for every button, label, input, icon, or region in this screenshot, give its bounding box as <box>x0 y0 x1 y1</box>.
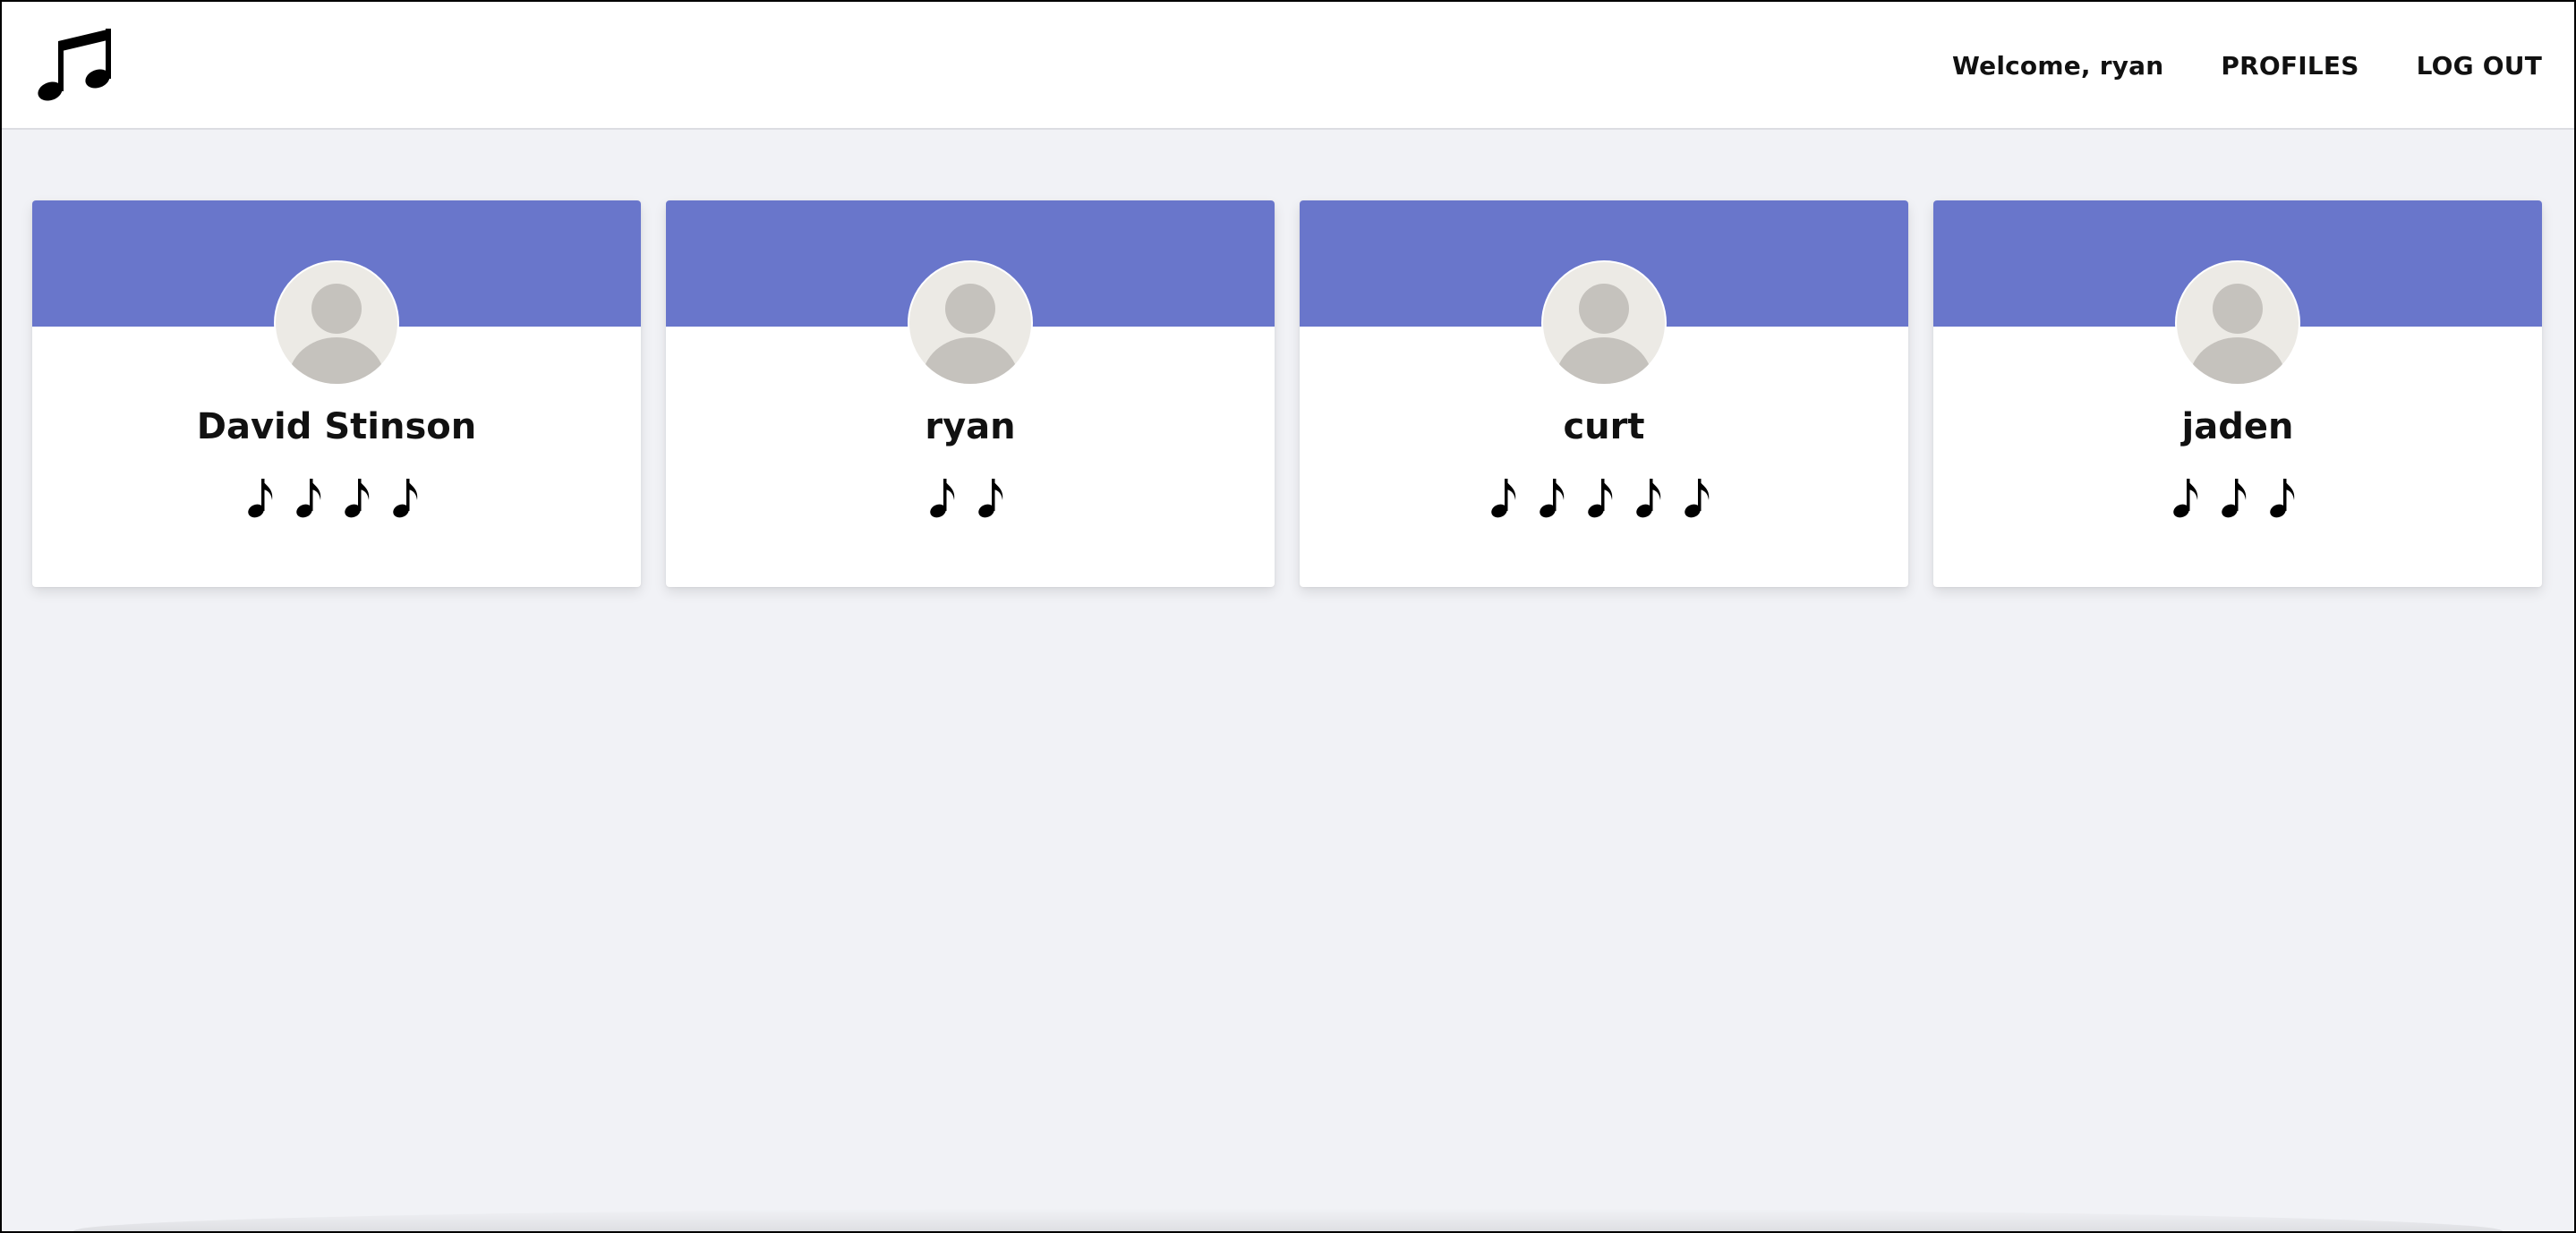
note-rating <box>32 473 641 520</box>
profile-name: David Stinson <box>196 406 477 447</box>
header-nav: Welcome, ryan PROFILES LOG OUT <box>1952 2 2542 130</box>
note-rating <box>1300 473 1908 520</box>
eighth-note-icon <box>978 479 1003 518</box>
eighth-note-icon <box>930 479 955 518</box>
eighth-note-icon <box>2173 479 2198 518</box>
eighth-note-icon <box>345 479 370 518</box>
default-user-avatar-icon <box>1541 260 1667 386</box>
welcome-text: Welcome, ryan <box>1952 51 2164 81</box>
default-user-avatar-icon <box>274 260 399 386</box>
eighth-note-icon <box>1636 479 1661 518</box>
default-user-avatar-icon <box>2175 260 2300 386</box>
profile-card-list: David Stinson ryan curt jaden <box>32 200 2542 587</box>
profile-name: curt <box>1563 406 1645 447</box>
bottom-shadow <box>73 1208 2503 1231</box>
eighth-note-icon <box>1685 479 1710 518</box>
eighth-note-icon <box>2270 479 2295 518</box>
eighth-note-icon <box>393 479 418 518</box>
eighth-note-icon <box>1491 479 1516 518</box>
profile-card[interactable]: David Stinson <box>32 200 641 587</box>
note-rating <box>666 473 1275 520</box>
logout-link[interactable]: LOG OUT <box>2417 51 2542 81</box>
profiles-link[interactable]: PROFILES <box>2221 51 2358 81</box>
eighth-note-icon <box>248 479 273 518</box>
eighth-note-icon <box>1540 479 1565 518</box>
profile-card[interactable]: ryan <box>666 200 1275 587</box>
eighth-note-icon <box>1588 479 1613 518</box>
profile-name: jaden <box>2181 406 2294 447</box>
profile-card[interactable]: jaden <box>1933 200 2542 587</box>
eighth-note-icon <box>296 479 321 518</box>
top-navigation-bar: Welcome, ryan PROFILES LOG OUT <box>2 2 2574 130</box>
note-rating <box>1933 473 2542 520</box>
eighth-note-icon <box>2222 479 2247 518</box>
profile-name: ryan <box>925 406 1016 447</box>
profile-card[interactable]: curt <box>1300 200 1908 587</box>
music-notes-icon[interactable] <box>34 21 116 104</box>
app-window: Welcome, ryan PROFILES LOG OUT David Sti… <box>2 2 2574 1231</box>
default-user-avatar-icon <box>908 260 1033 386</box>
